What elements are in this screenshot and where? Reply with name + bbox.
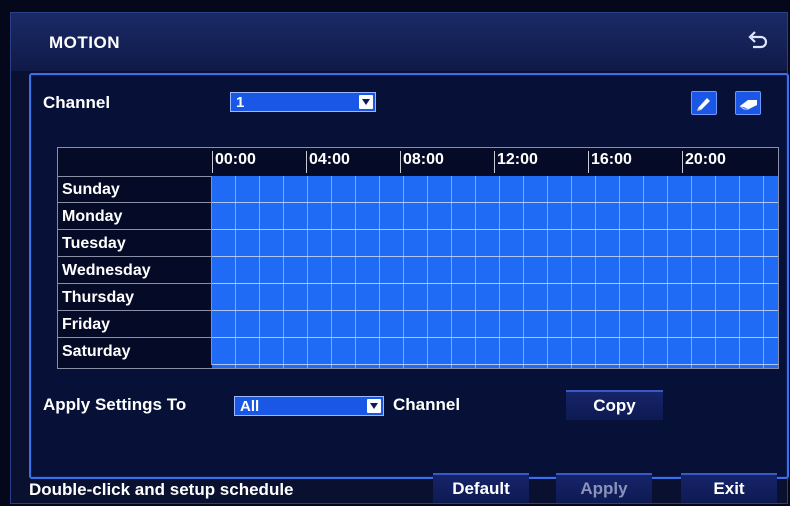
hour-label: 20:00 [682,151,726,173]
hour-label: 12:00 [494,151,538,173]
channel-select[interactable]: 1 [230,92,376,112]
apply-to-select[interactable]: All [234,396,384,416]
window-title: MOTION [49,33,120,52]
exit-button[interactable]: Exit [681,473,777,503]
apply-to-value: All [240,398,260,415]
hour-label: 00:00 [212,151,256,173]
motion-window: MOTION Channel 1 00:00 04:00 08:00 12:00… [10,12,789,504]
day-label-monday: Monday [58,203,212,230]
title-bar: MOTION [11,13,787,71]
schedule-grid: 00:00 04:00 08:00 12:00 16:00 20:00 Sund… [57,147,779,369]
eraser-tool-button[interactable] [735,91,761,115]
apply-settings-label: Apply Settings To [43,395,187,414]
channel-value: 1 [236,94,245,111]
day-label-tuesday: Tuesday [58,230,212,257]
apply-channel-label: Channel [393,395,461,414]
day-label-saturday: Saturday [58,338,212,365]
pencil-icon [697,98,710,111]
default-button[interactable]: Default [433,473,529,503]
chevron-down-icon[interactable] [359,95,373,109]
day-label-sunday: Sunday [58,176,212,203]
eraser-icon [739,100,757,110]
status-hint: Double-click and setup schedule [29,480,294,499]
hour-label: 08:00 [400,151,444,173]
pencil-tool-button[interactable] [691,91,717,115]
copy-button[interactable]: Copy [566,390,663,420]
settings-panel: Channel 1 00:00 04:00 08:00 12:00 16:00 [29,73,789,479]
hours-header: 00:00 04:00 08:00 12:00 16:00 20:00 [58,148,778,177]
day-label-wednesday: Wednesday [58,257,212,284]
hour-label: 16:00 [588,151,632,173]
day-label-friday: Friday [58,311,212,338]
channel-label: Channel [43,93,111,112]
day-label-thursday: Thursday [58,284,212,311]
hour-label: 04:00 [306,151,350,173]
apply-button[interactable]: Apply [556,473,652,503]
schedule-cells[interactable] [212,176,778,368]
back-arrow-icon[interactable] [747,29,769,51]
chevron-down-icon[interactable] [367,399,381,413]
